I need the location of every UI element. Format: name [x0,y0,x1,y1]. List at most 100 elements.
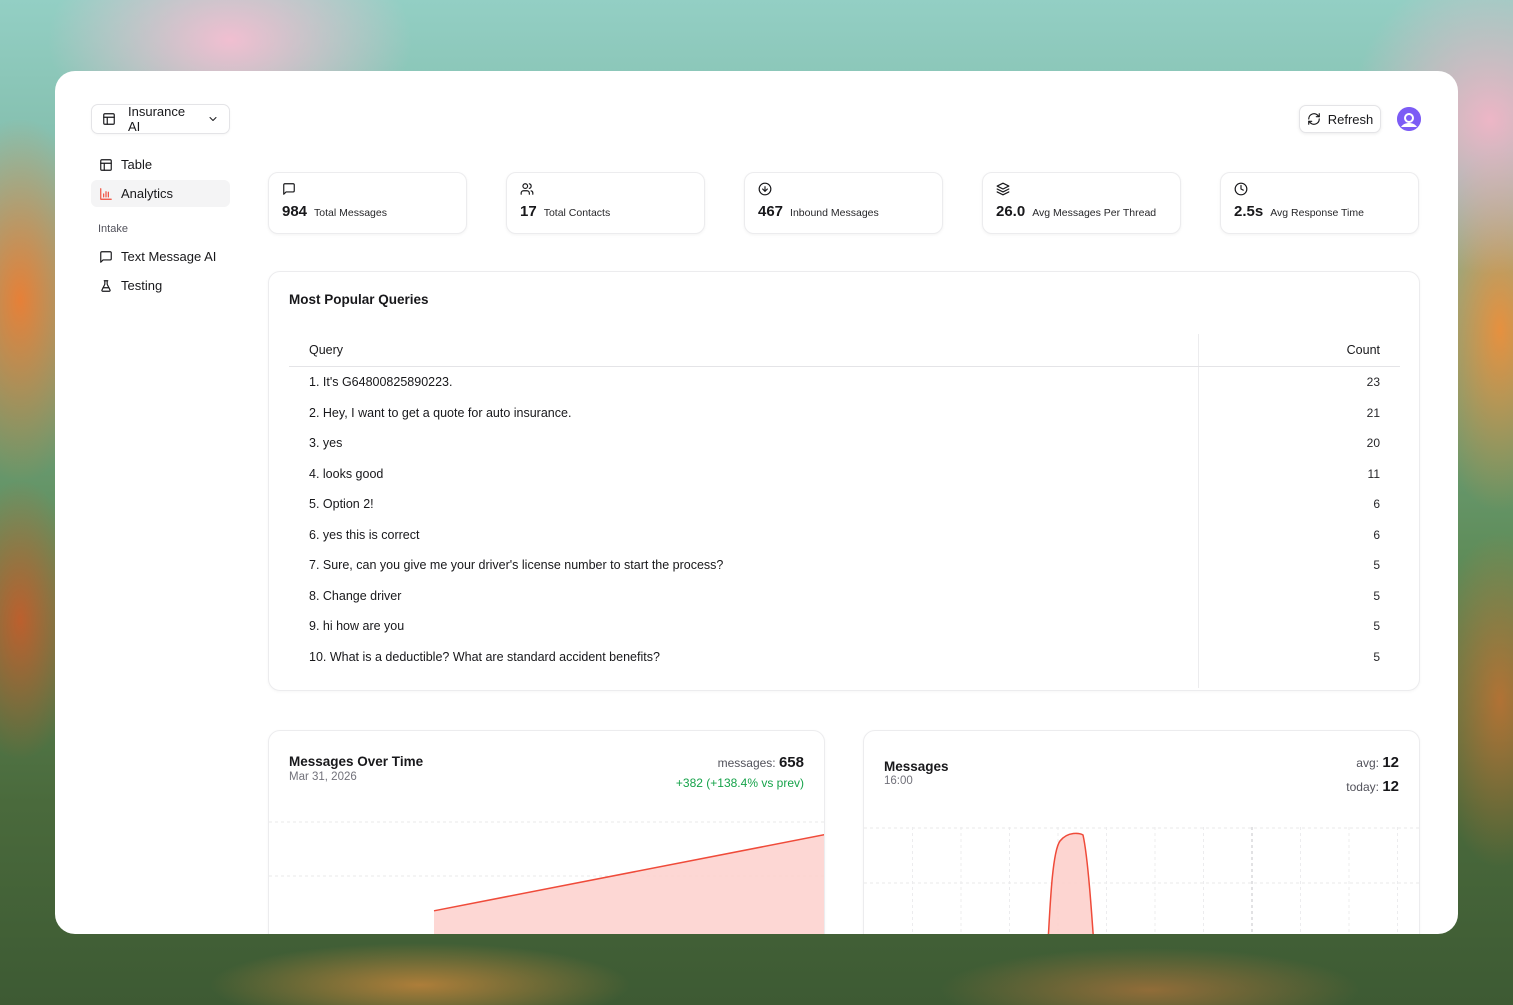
chart-title: Messages [884,759,949,774]
sidebar-item-text-message-ai[interactable]: Text Message AI [91,243,230,270]
count-cell: 11 [1367,466,1380,481]
arrow-down-circle-icon [758,182,772,196]
table-row[interactable]: 7. Sure, can you give me your driver's l… [289,550,1400,581]
table-row[interactable]: 4. looks good 11 [289,458,1400,489]
stat-label: Inbound Messages [790,207,879,219]
queries-table: Query Count 1. It's G64800825890223. 23 2.… [289,334,1400,688]
messages-card: Messages 16:00 avg: 12 today: 12 [863,730,1420,934]
chart-metric: messages: 658 [718,754,804,771]
messages-plot [864,827,1419,934]
stat-card-avg-response-time: 2.5s Avg Response Time [1220,172,1419,234]
stat-value: 984 [282,203,308,220]
count-cell: 5 [1373,619,1380,634]
chevron-down-icon [207,113,219,125]
query-cell: 8. Change driver [289,580,1199,611]
avg-label: avg: [1356,756,1379,770]
stat-label: Avg Messages Per Thread [1032,207,1157,219]
query-cell: 5. Option 2! [289,489,1199,520]
table-body: 1. It's G64800825890223. 23 2. Hey, I want… [289,367,1400,672]
query-cell: 2. Hey, I want to get a quote for auto i… [289,397,1199,428]
query-cell: 3. yes [289,428,1199,459]
clock-icon [1234,182,1248,196]
today-label: today: [1346,780,1379,794]
chart-subtitle: Mar 31, 2026 [289,771,357,783]
popular-queries-title: Most Popular Queries [289,292,429,307]
metric-delta: +382 (+138.4% vs prev) [675,776,804,790]
table-icon [99,158,113,172]
query-cell: 9. hi how are you [289,611,1199,642]
messages-over-time-plot [269,821,824,934]
stat-value: 17 [520,203,537,220]
user-icon [1397,107,1421,131]
count-cell: 6 [1373,527,1380,542]
sidebar-item-label: Text Message AI [121,249,217,264]
table-row[interactable]: 1. It's G64800825890223. 23 [289,367,1400,398]
stat-value: 26.0 [996,203,1026,220]
stat-card-total-contacts: 17 Total Contacts [506,172,705,234]
table-row[interactable]: 10. What is a deductible? What are stand… [289,641,1400,672]
table-header: Query Count [289,334,1400,367]
layers-icon [996,182,1010,196]
chart-title: Messages Over Time [289,754,424,769]
count-cell: 5 [1373,588,1380,603]
flask-icon [99,279,113,293]
query-cell: 7. Sure, can you give me your driver's l… [289,550,1199,581]
users-icon [520,182,534,196]
sidebar-item-label: Analytics [121,186,174,201]
table-row[interactable]: 5. Option 2! 6 [289,489,1400,520]
count-cell: 6 [1373,497,1380,512]
series-area [434,834,824,934]
workspace-selector[interactable]: Insurance AI [91,104,230,134]
count-cell: 5 [1373,649,1380,664]
refresh-label: Refresh [1327,111,1374,127]
chart-avg: avg: 12 [1356,754,1399,771]
message-square-icon [99,250,113,264]
stat-label: Total Contacts [543,207,611,219]
metric-label: messages: [717,756,776,770]
sidebar-group-label: Intake [98,223,128,235]
table-row[interactable]: 6. yes this is correct 6 [289,519,1400,550]
column-header-query[interactable]: Query [289,334,1199,366]
messages-over-time-card: Messages Over Time Mar 31, 2026 messages… [268,730,825,934]
count-cell: 23 [1366,375,1380,390]
sidebar-item-table[interactable]: Table [91,151,230,178]
chart-today: today: 12 [1346,778,1399,795]
sidebar-item-testing[interactable]: Testing [91,272,230,299]
table-row[interactable]: 3. yes 20 [289,428,1400,459]
count-cell: 20 [1366,436,1380,451]
column-header-count[interactable]: Count [1199,334,1400,366]
table-row[interactable]: 8. Change driver 5 [289,580,1400,611]
popular-queries-card: Most Popular Queries Query Count 1. It's… [268,271,1420,691]
chart-subtitle: 16:00 [884,775,913,787]
count-cell: 21 [1366,405,1380,420]
sidebar-item-label: Table [121,157,153,172]
workspace-name: Insurance AI [128,104,186,134]
sidebar-item-analytics[interactable]: Analytics [91,180,230,207]
app-window: Insurance AI Table Analytics Intake Text… [55,71,1458,934]
refresh-button[interactable]: Refresh [1299,105,1381,133]
stat-value: 467 [758,203,784,220]
query-cell: 4. looks good [289,458,1199,489]
metric-value: 658 [778,754,804,771]
stat-card-inbound-messages: 467 Inbound Messages [744,172,943,234]
query-cell: 1. It's G64800825890223. [289,367,1199,398]
stat-card-total-messages: 984 Total Messages [268,172,467,234]
avatar[interactable] [1397,107,1421,131]
stat-card-avg-messages-per-thread: 26.0 Avg Messages Per Thread [982,172,1181,234]
stat-label: Total Messages [314,207,387,219]
message-square-icon [282,182,296,196]
stat-label: Avg Response Time [1270,207,1364,219]
table-row[interactable]: 9. hi how are you 5 [289,611,1400,642]
count-cell: 5 [1373,558,1380,573]
stat-value: 2.5s [1234,203,1264,220]
query-cell: 10. What is a deductible? What are stand… [289,641,1199,672]
table-footer-spacer [289,672,1400,688]
table-row[interactable]: 2. Hey, I want to get a quote for auto i… [289,397,1400,428]
avg-value: 12 [1382,754,1399,771]
query-cell: 6. yes this is correct [289,519,1199,550]
refresh-icon [1307,112,1321,126]
sidebar-item-label: Testing [121,278,163,293]
series-area [1048,833,1094,934]
table-icon [102,112,116,126]
bar-chart-icon [99,187,113,201]
